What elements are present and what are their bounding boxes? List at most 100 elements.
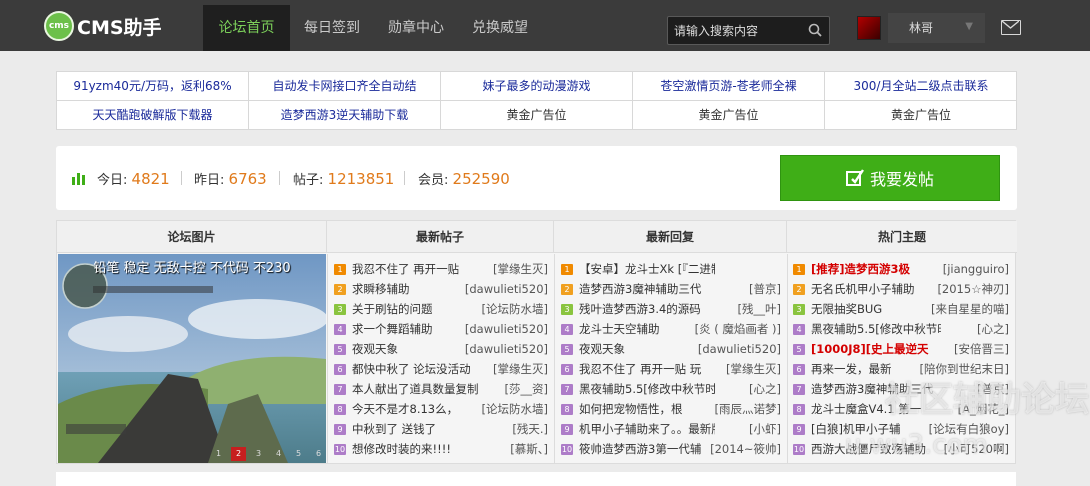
list-item[interactable]: 9 机甲小子辅助来了。。最新版 [小虾] (561, 419, 781, 439)
nav-medal-center[interactable]: 勋章中心 (374, 5, 458, 51)
ad-link[interactable]: 苍空激情页游-苍老师全裸 (633, 72, 825, 101)
list-item[interactable]: 8 如何把宠物悟性，根 [雨辰灬诺梦] (561, 399, 781, 419)
topic-author[interactable]: [dawulieti520] (698, 339, 781, 359)
topic-author[interactable]: [论坛防水墙] (482, 399, 548, 419)
ad-slot[interactable]: 黄金广告位 (633, 101, 825, 130)
topic-title-link[interactable]: 我忍不住了 再开一贴 (352, 259, 482, 279)
topic-author[interactable]: [慕斯、] (510, 439, 548, 459)
slide-page-2[interactable]: 2 (231, 447, 246, 461)
topic-author[interactable]: [jiangguiro] (943, 259, 1009, 279)
topic-author[interactable]: [dawulieti520] (465, 319, 548, 339)
topic-title-link[interactable]: 黑夜辅助5.5[修改中秋节时 (579, 379, 715, 399)
list-item[interactable]: 5 [1000J8][史上最逆天 [安倍晋三] (793, 339, 1009, 359)
topic-title-link[interactable]: 求瞬移辅助 (352, 279, 482, 299)
list-item[interactable]: 10 西游大战僵尸致殇辅助 [小可520啊] (793, 439, 1009, 459)
topic-title-link[interactable]: 夜观天象 (579, 339, 715, 359)
topic-title-link[interactable]: 无名氏机甲小子辅助 (811, 279, 941, 299)
list-item[interactable]: 7 黑夜辅助5.5[修改中秋节时 [心之] (561, 379, 781, 399)
topic-author[interactable]: [2014~筱帅] (710, 439, 781, 459)
new-post-button[interactable]: 我要发帖 (780, 155, 1000, 201)
ad-link[interactable]: 300/月全站二级点击联系 (825, 72, 1017, 101)
search-icon[interactable] (808, 23, 822, 37)
topic-author[interactable]: [残天.] (512, 419, 548, 439)
slide-page-6[interactable]: 6 (311, 447, 326, 461)
list-item[interactable]: 1 我忍不住了 再开一贴 [掌缘生灭] (334, 259, 548, 279)
topic-author[interactable]: [掌缘生灭] (493, 259, 548, 279)
ad-slot[interactable]: 黄金广告位 (825, 101, 1017, 130)
topic-author[interactable]: [掌缘生灭] (726, 359, 781, 379)
nav-exchange-prestige[interactable]: 兑换威望 (458, 5, 542, 51)
topic-title-link[interactable]: 筱帅造梦西游3第一代辅 (579, 439, 715, 459)
list-item[interactable]: 1 【安卓】龙斗士Xk [『二进制ˇXk』] (561, 259, 781, 279)
list-item[interactable]: 8 今天不是才8.13么， [论坛防水墙] (334, 399, 548, 419)
slide-page-3[interactable]: 3 (251, 447, 266, 461)
list-item[interactable]: 7 造梦西游3魔神辅助三代 [普京] (793, 379, 1009, 399)
forum-picture-slide[interactable]: 铅笔 稳定 无敌卡控 不代码 不230 1 2 3 4 5 6 (58, 254, 326, 463)
list-item[interactable]: 6 都快中秋了 论坛没活动 [掌缘生灭] (334, 359, 548, 379)
ad-slot[interactable]: 黄金广告位 (441, 101, 633, 130)
topic-author[interactable]: [心之] (749, 379, 781, 399)
topic-title-link[interactable]: 龙斗士魔盒V4.1 第一 (811, 399, 941, 419)
user-menu[interactable]: 林哥 ▼ (888, 13, 985, 43)
list-item[interactable]: 3 关于刷钻的问题 [论坛防水墙] (334, 299, 548, 319)
topic-author[interactable]: [陪你到世纪末日] (920, 359, 1009, 379)
list-item[interactable]: 5 夜观天象 [dawulieti520] (334, 339, 548, 359)
topic-author[interactable]: [A_烟花_] (958, 399, 1009, 419)
user-avatar[interactable] (857, 16, 881, 40)
list-item[interactable]: 10 筱帅造梦西游3第一代辅 [2014~筱帅] (561, 439, 781, 459)
topic-title-link[interactable]: 残叶造梦西游3.4的源码 (579, 299, 715, 319)
topic-title-link[interactable]: 西游大战僵尸致殇辅助 (811, 439, 941, 459)
list-item[interactable]: 3 残叶造梦西游3.4的源码 [残__叶] (561, 299, 781, 319)
topic-title-link[interactable]: 都快中秋了 论坛没活动 (352, 359, 482, 379)
topic-author[interactable]: [论坛防水墙] (482, 299, 548, 319)
slide-page-1[interactable]: 1 (211, 447, 226, 461)
list-item[interactable]: 2 无名氏机甲小子辅助 [2015☆神刃] (793, 279, 1009, 299)
topic-title-link[interactable]: 今天不是才8.13么， (352, 399, 482, 419)
topic-author[interactable]: [安倍晋三] (954, 339, 1009, 359)
topic-author[interactable]: [残__叶] (738, 299, 781, 319)
nav-forum-home[interactable]: 论坛首页 (203, 5, 290, 51)
topic-author[interactable]: [掌缘生灭] (493, 359, 548, 379)
slide-page-5[interactable]: 5 (291, 447, 306, 461)
ad-link[interactable]: 自动发卡网接口齐全自动结 (249, 72, 441, 101)
topic-author[interactable]: [莎__资] (505, 379, 548, 399)
topic-author[interactable]: [雨辰灬诺梦] (715, 399, 781, 419)
topic-author[interactable]: [普京] (977, 379, 1009, 399)
topic-title-link[interactable]: 造梦西游3魔神辅助三代 (579, 279, 715, 299)
ad-link[interactable]: 造梦西游3逆天辅助下载 (249, 101, 441, 130)
list-item[interactable]: 9 [白狼]机甲小子辅 [论坛有白狼oy] (793, 419, 1009, 439)
list-item[interactable]: 4 求一个舞蹈辅助 [dawulieti520] (334, 319, 548, 339)
topic-author[interactable]: [小可520啊] (944, 439, 1009, 459)
mail-icon[interactable] (1001, 20, 1021, 35)
topic-title-link[interactable]: 如何把宠物悟性，根 (579, 399, 715, 419)
topic-title-link[interactable]: [白狼]机甲小子辅 (811, 419, 941, 439)
topic-title-link[interactable]: [推荐]造梦西游3极 (811, 259, 941, 279)
topic-author[interactable]: [dawulieti520] (465, 279, 548, 299)
topic-title-link[interactable]: 关于刷钻的问题 (352, 299, 482, 319)
topic-author[interactable]: [心之] (977, 319, 1009, 339)
topic-title-link[interactable]: 我忍不住了 再开一贴 玩 (579, 359, 715, 379)
list-item[interactable]: 4 龙斗士天空辅助 [炎 ( 魔焰画者 )] (561, 319, 781, 339)
list-item[interactable]: 2 求瞬移辅助 [dawulieti520] (334, 279, 548, 299)
list-item[interactable]: 7 本人献出了道具数量复制 [莎__资] (334, 379, 548, 399)
topic-title-link[interactable]: [1000J8][史上最逆天 (811, 339, 941, 359)
topic-title-link[interactable]: 中秋到了 送钱了 (352, 419, 482, 439)
topic-author[interactable]: [2015☆神刃] (937, 279, 1009, 299)
topic-title-link[interactable]: 本人献出了道具数量复制 (352, 379, 482, 399)
nav-daily-checkin[interactable]: 每日签到 (290, 5, 374, 51)
topic-title-link[interactable]: 造梦西游3魔神辅助三代 (811, 379, 941, 399)
topic-author[interactable]: [炎 ( 魔焰画者 )] (695, 319, 781, 339)
list-item[interactable]: 6 我忍不住了 再开一贴 玩 [掌缘生灭] (561, 359, 781, 379)
slide-page-4[interactable]: 4 (271, 447, 286, 461)
topic-title-link[interactable]: 求一个舞蹈辅助 (352, 319, 482, 339)
topic-author[interactable]: [来自星星的喵] (931, 299, 1009, 319)
list-item[interactable]: 8 龙斗士魔盒V4.1 第一 [A_烟花_] (793, 399, 1009, 419)
topic-title-link[interactable]: 夜观天象 (352, 339, 482, 359)
topic-author[interactable]: [论坛有白狼oy] (929, 419, 1009, 439)
topic-author[interactable]: [dawulieti520] (465, 339, 548, 359)
topic-title-link[interactable]: 黑夜辅助5.5[修改中秋节时 (811, 319, 941, 339)
topic-title-link[interactable]: 【安卓】龙斗士Xk [『二进制ˇXk』] (579, 259, 715, 279)
list-item[interactable]: 10 想修改时装的来!!!! [慕斯、] (334, 439, 548, 459)
topic-title-link[interactable]: 机甲小子辅助来了。。最新版 (579, 419, 715, 439)
ad-link[interactable]: 妹子最多的动漫游戏 (441, 72, 633, 101)
